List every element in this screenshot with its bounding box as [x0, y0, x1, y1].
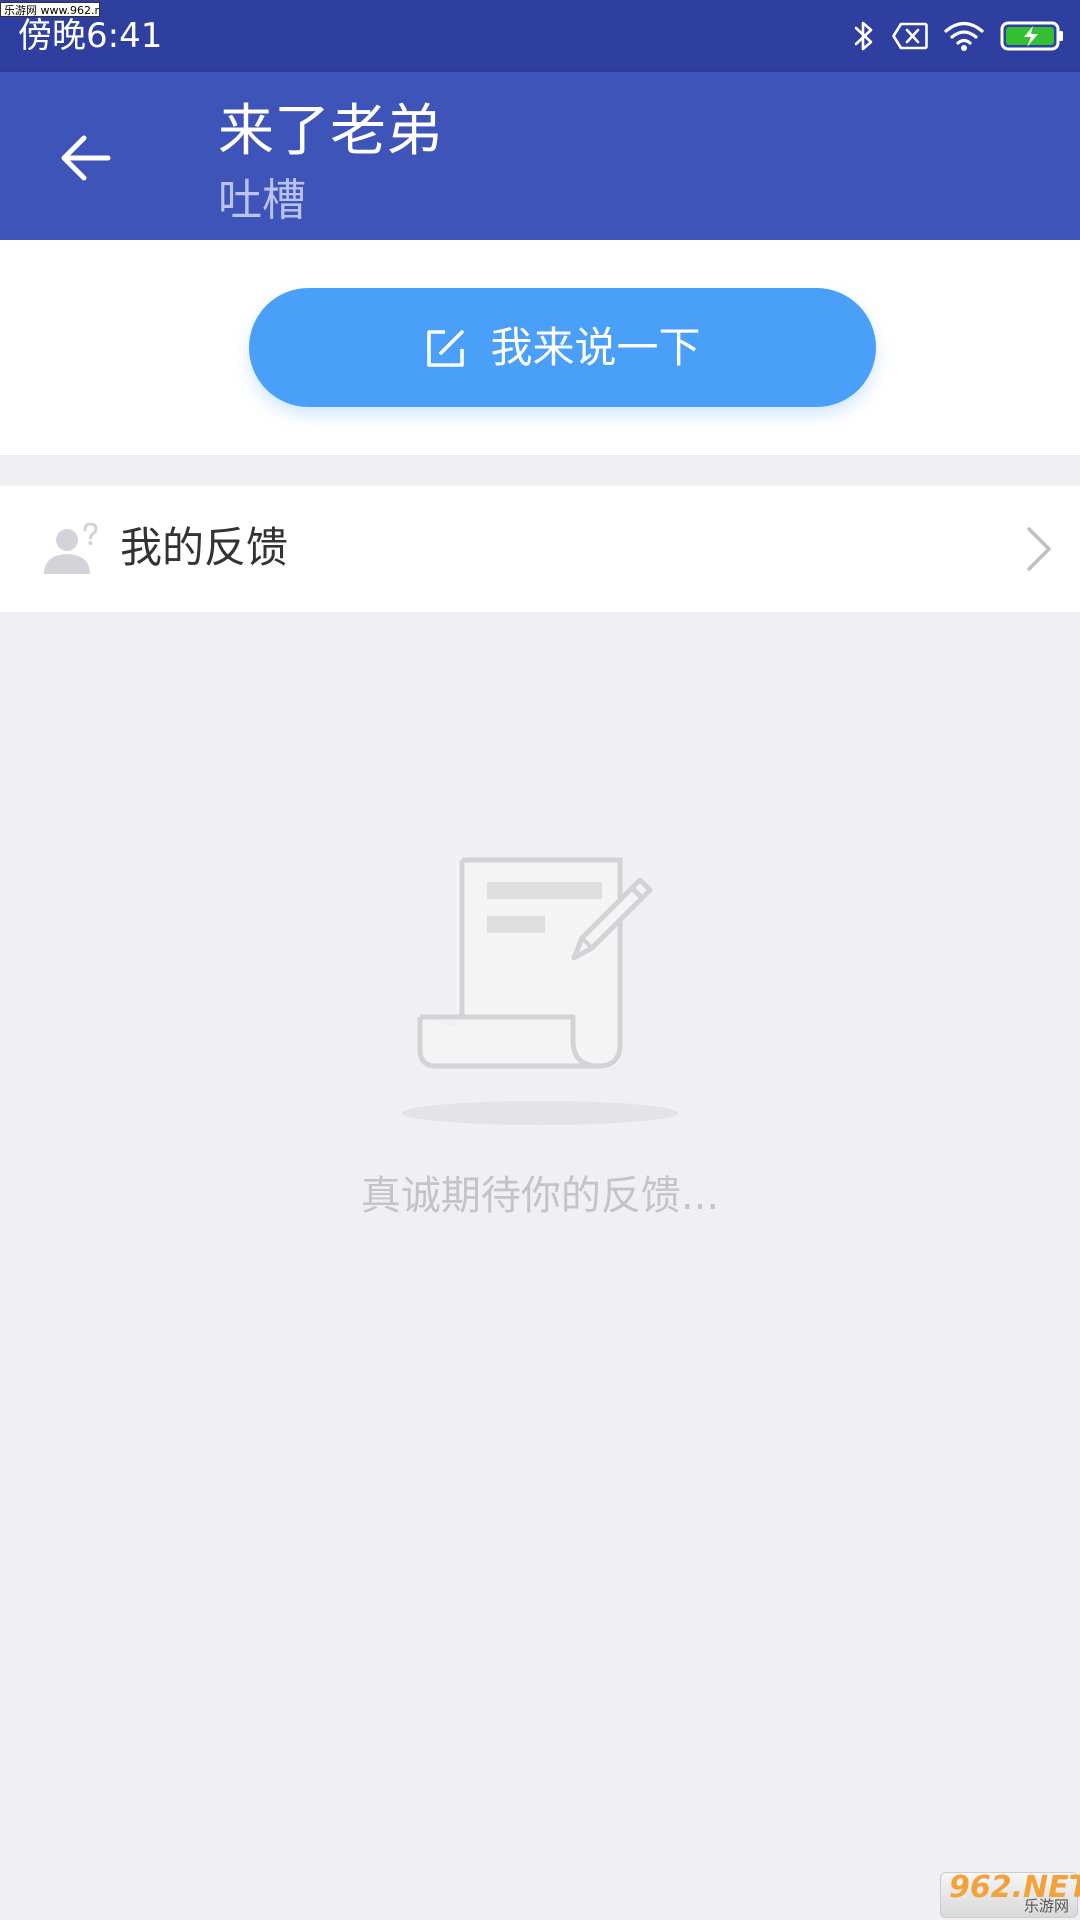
my-feedback-row[interactable]: 我的反馈 — [0, 486, 1080, 612]
app-bar: 来了老弟 吐槽 — [0, 72, 1080, 240]
empty-state-text: 真诚期待你的反馈... — [360, 1173, 720, 1219]
status-bar: 乐游网 www.962.net 傍晚6:41 — [0, 0, 1080, 72]
speak-button[interactable]: 我来说一下 — [249, 288, 876, 407]
no-sim-icon — [892, 22, 928, 50]
page-title: 来了老弟 — [218, 99, 442, 164]
document-pencil-icon — [402, 857, 678, 1125]
watermark-logo: 962.NET 乐游网 — [940, 1872, 1080, 1918]
speak-button-label: 我来说一下 — [490, 322, 701, 372]
action-card: 我来说一下 — [0, 240, 1080, 455]
status-time: 傍晚6:41 — [18, 16, 163, 56]
chevron-right-icon — [1027, 527, 1051, 571]
wifi-icon — [944, 21, 984, 51]
my-feedback-label: 我的反馈 — [120, 523, 289, 572]
watermark-site-name: 乐游网 — [1023, 1897, 1069, 1915]
edit-icon — [427, 329, 465, 367]
page-subtitle: 吐槽 — [218, 175, 306, 226]
user-question-icon — [44, 522, 98, 574]
back-button[interactable] — [40, 118, 130, 198]
bluetooth-icon — [854, 21, 873, 51]
battery-charging-icon — [1000, 21, 1063, 51]
arrow-left-icon — [61, 135, 111, 181]
status-icons — [836, 18, 1066, 54]
